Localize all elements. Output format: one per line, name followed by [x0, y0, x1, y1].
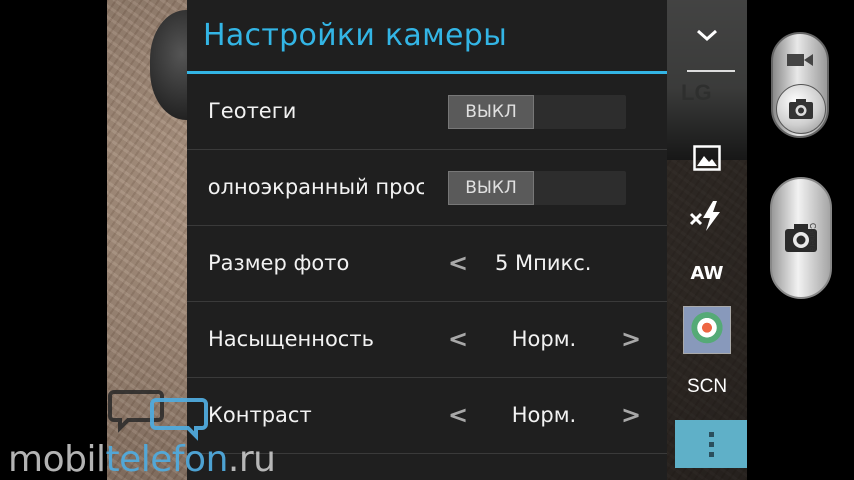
setting-row-photo-size[interactable]: Размер фото < 5 Мпикс. — [187, 226, 667, 302]
previous-value-button[interactable]: < — [446, 378, 470, 453]
toggle-knob[interactable]: ВЫКЛ — [448, 95, 534, 129]
fullscreen-review-toggle[interactable]: ВЫКЛ — [448, 171, 626, 205]
next-value-button[interactable]: > — [619, 302, 643, 377]
toggle-knob[interactable]: ВЫКЛ — [448, 171, 534, 205]
video-camera-icon — [787, 54, 813, 66]
setting-label: Насыщенность — [208, 327, 374, 351]
setting-value: Норм. — [511, 403, 577, 427]
scene-preview-button[interactable] — [667, 304, 747, 356]
shutter-label: Camera — [808, 223, 817, 252]
scene-mode-label: SCN — [686, 376, 728, 397]
white-balance-label: AW — [690, 262, 724, 284]
setting-value: 5 Мпикс. — [495, 251, 592, 275]
image-icon — [693, 145, 721, 171]
camera-control-strip: AW SCN — [667, 0, 747, 480]
geotag-toggle[interactable]: ВЫКЛ — [448, 95, 626, 129]
flower-thumbnail — [683, 306, 731, 354]
chevron-down-icon — [697, 29, 717, 42]
divider — [687, 70, 735, 72]
white-balance-button[interactable]: AW — [667, 255, 747, 291]
next-value-button[interactable]: > — [619, 378, 643, 453]
setting-label: Размер фото — [208, 251, 350, 275]
setting-row-fullscreen-review[interactable]: Полноэкранный просмотр ВЫКЛ — [187, 150, 667, 226]
flash-off-icon — [689, 201, 720, 231]
page-title: Настройки камеры — [203, 18, 508, 53]
setting-label: Геотеги — [208, 99, 297, 123]
panel-header: Настройки камеры — [187, 0, 667, 74]
setting-row-geotag[interactable]: Геотеги ВЫКЛ — [187, 74, 667, 150]
shutter-button[interactable]: Camera — [770, 177, 832, 299]
setting-label: Полноэкранный просмотр — [208, 150, 424, 225]
collapse-settings-button[interactable] — [667, 18, 747, 52]
watermark: mobiltelefon.ru — [8, 388, 318, 480]
previous-value-button[interactable]: < — [446, 226, 470, 301]
camera-icon — [789, 99, 813, 119]
scene-mode-button[interactable]: SCN — [667, 372, 747, 402]
previous-value-button[interactable]: < — [446, 302, 470, 377]
speech-bubbles-icon — [108, 390, 208, 441]
gallery-button[interactable] — [667, 138, 747, 178]
flash-button[interactable] — [667, 196, 747, 236]
setting-value: Норм. — [511, 327, 577, 351]
mode-switch-knob[interactable] — [776, 84, 826, 134]
watermark-text: mobiltelefon.ru — [8, 439, 276, 480]
setting-row-saturation[interactable]: Насыщенность < Норм. > — [187, 302, 667, 378]
setting-label-text: Полноэкранный просмотр — [208, 175, 424, 199]
overflow-menu-icon — [708, 431, 714, 457]
more-options-button[interactable] — [675, 420, 747, 468]
photo-video-mode-switch[interactable] — [771, 32, 829, 138]
